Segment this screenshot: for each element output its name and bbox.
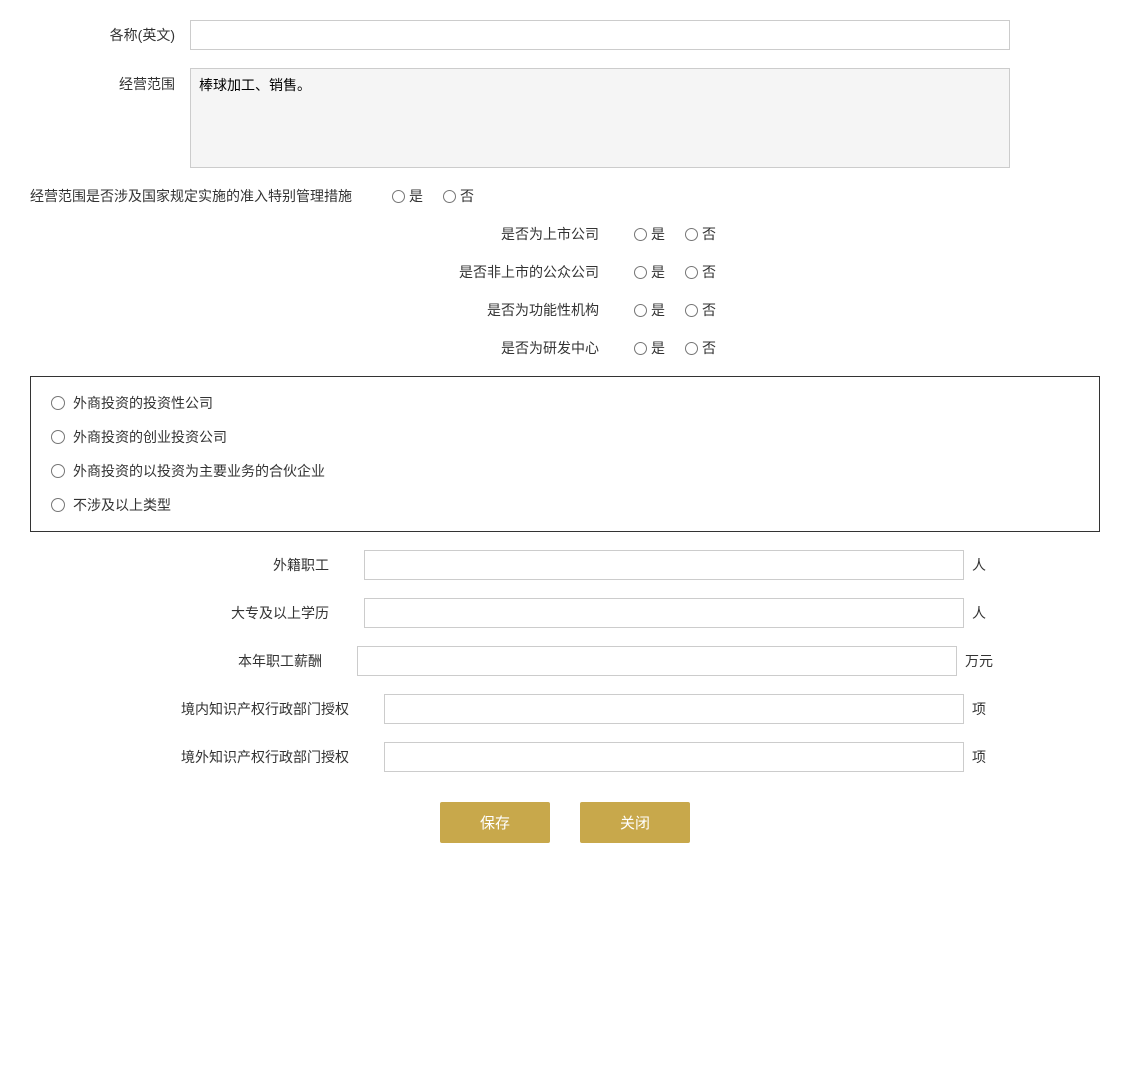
special-management-row: 经营范围是否涉及国家规定实施的准入特别管理措施 是 否 [30,186,1100,206]
foreign-employees-unit: 人 [972,555,986,575]
overseas-ip-unit: 项 [972,747,986,767]
special-management-yes-text: 是 [409,186,423,206]
investment-company-radio[interactable] [51,396,65,410]
investment-company-label: 外商投资的投资性公司 [73,393,213,413]
venture-investment-label: 外商投资的创业投资公司 [73,427,227,447]
listed-yes-radio[interactable] [634,228,647,241]
special-management-yes-radio[interactable] [392,190,405,203]
non-listed-public-label: 是否非上市的公众公司 [414,262,614,282]
overseas-ip-input[interactable] [384,742,964,772]
listed-yes-text: 是 [651,224,665,244]
domestic-ip-input[interactable] [384,694,964,724]
rd-yes-text: 是 [651,338,665,358]
venture-investment-option[interactable]: 外商投资的创业投资公司 [51,427,1079,447]
listed-no-label[interactable]: 否 [685,224,716,244]
not-applicable-label: 不涉及以上类型 [73,495,171,515]
business-scope-row: 经营范围 棒球加工、销售。 [30,68,1100,168]
non-listed-no-label[interactable]: 否 [685,262,716,282]
name-en-row: 各称(英文) [30,20,1100,50]
not-applicable-radio[interactable] [51,498,65,512]
special-management-yes-label[interactable]: 是 [392,186,423,206]
investment-company-option[interactable]: 外商投资的投资性公司 [51,393,1079,413]
rd-center-label: 是否为研发中心 [414,338,614,358]
name-en-label: 各称(英文) [30,25,190,45]
venture-investment-radio[interactable] [51,430,65,444]
name-en-input[interactable] [190,20,1010,50]
non-listed-yes-label[interactable]: 是 [634,262,665,282]
close-button[interactable]: 关闭 [580,802,690,843]
college-education-unit: 人 [972,603,986,623]
non-listed-radio-group: 是 否 [634,262,716,282]
non-listed-no-radio[interactable] [685,266,698,279]
special-management-no-radio[interactable] [443,190,456,203]
functional-yes-text: 是 [651,300,665,320]
rd-no-label[interactable]: 否 [685,338,716,358]
special-management-no-text: 否 [460,186,474,206]
non-listed-public-row: 是否非上市的公众公司 是 否 [30,262,1100,282]
functional-no-label[interactable]: 否 [685,300,716,320]
form-container: 各称(英文) 经营范围 棒球加工、销售。 经营范围是否涉及国家规定实施的准入特别… [30,20,1100,863]
non-listed-no-text: 否 [702,262,716,282]
special-management-no-label[interactable]: 否 [443,186,474,206]
annual-salary-row: 本年职工薪酬 万元 [30,646,1100,676]
button-row: 保存 关闭 [30,802,1100,863]
special-management-label: 经营范围是否涉及国家规定实施的准入特别管理措施 [30,186,352,206]
business-scope-label: 经营范围 [30,68,190,94]
foreign-employees-label: 外籍职工 [144,555,344,575]
rd-yes-radio[interactable] [634,342,647,355]
annual-salary-input[interactable] [357,646,957,676]
investment-type-box: 外商投资的投资性公司 外商投资的创业投资公司 外商投资的以投资为主要业务的合伙企… [30,376,1100,532]
domestic-ip-unit: 项 [972,699,986,719]
rd-center-radio-group: 是 否 [634,338,716,358]
not-applicable-option[interactable]: 不涉及以上类型 [51,495,1079,515]
functional-yes-radio[interactable] [634,304,647,317]
functional-no-text: 否 [702,300,716,320]
rd-no-radio[interactable] [685,342,698,355]
rd-yes-label[interactable]: 是 [634,338,665,358]
functional-no-radio[interactable] [685,304,698,317]
save-button[interactable]: 保存 [440,802,550,843]
college-education-row: 大专及以上学历 人 [30,598,1100,628]
foreign-employees-row: 外籍职工 人 [30,550,1100,580]
domestic-ip-row: 境内知识产权行政部门授权 项 [30,694,1100,724]
overseas-ip-row: 境外知识产权行政部门授权 项 [30,742,1100,772]
listed-company-row: 是否为上市公司 是 否 [30,224,1100,244]
functional-org-radio-group: 是 否 [634,300,716,320]
foreign-employees-input[interactable] [364,550,964,580]
functional-org-label: 是否为功能性机构 [414,300,614,320]
functional-org-row: 是否为功能性机构 是 否 [30,300,1100,320]
non-listed-yes-radio[interactable] [634,266,647,279]
annual-salary-label: 本年职工薪酬 [137,651,337,671]
college-education-label: 大专及以上学历 [144,603,344,623]
domestic-ip-label: 境内知识产权行政部门授权 [144,699,364,719]
rd-no-text: 否 [702,338,716,358]
listed-no-radio[interactable] [685,228,698,241]
annual-salary-unit: 万元 [965,651,993,671]
non-listed-yes-text: 是 [651,262,665,282]
overseas-ip-label: 境外知识产权行政部门授权 [144,747,364,767]
partnership-investment-option[interactable]: 外商投资的以投资为主要业务的合伙企业 [51,461,1079,481]
special-management-radio-group: 是 否 [392,186,474,206]
listed-company-radio-group: 是 否 [634,224,716,244]
partnership-investment-label: 外商投资的以投资为主要业务的合伙企业 [73,461,325,481]
partnership-investment-radio[interactable] [51,464,65,478]
listed-company-label: 是否为上市公司 [414,224,614,244]
listed-yes-label[interactable]: 是 [634,224,665,244]
listed-no-text: 否 [702,224,716,244]
business-scope-textarea[interactable]: 棒球加工、销售。 [190,68,1010,168]
rd-center-row: 是否为研发中心 是 否 [30,338,1100,358]
college-education-input[interactable] [364,598,964,628]
functional-yes-label[interactable]: 是 [634,300,665,320]
